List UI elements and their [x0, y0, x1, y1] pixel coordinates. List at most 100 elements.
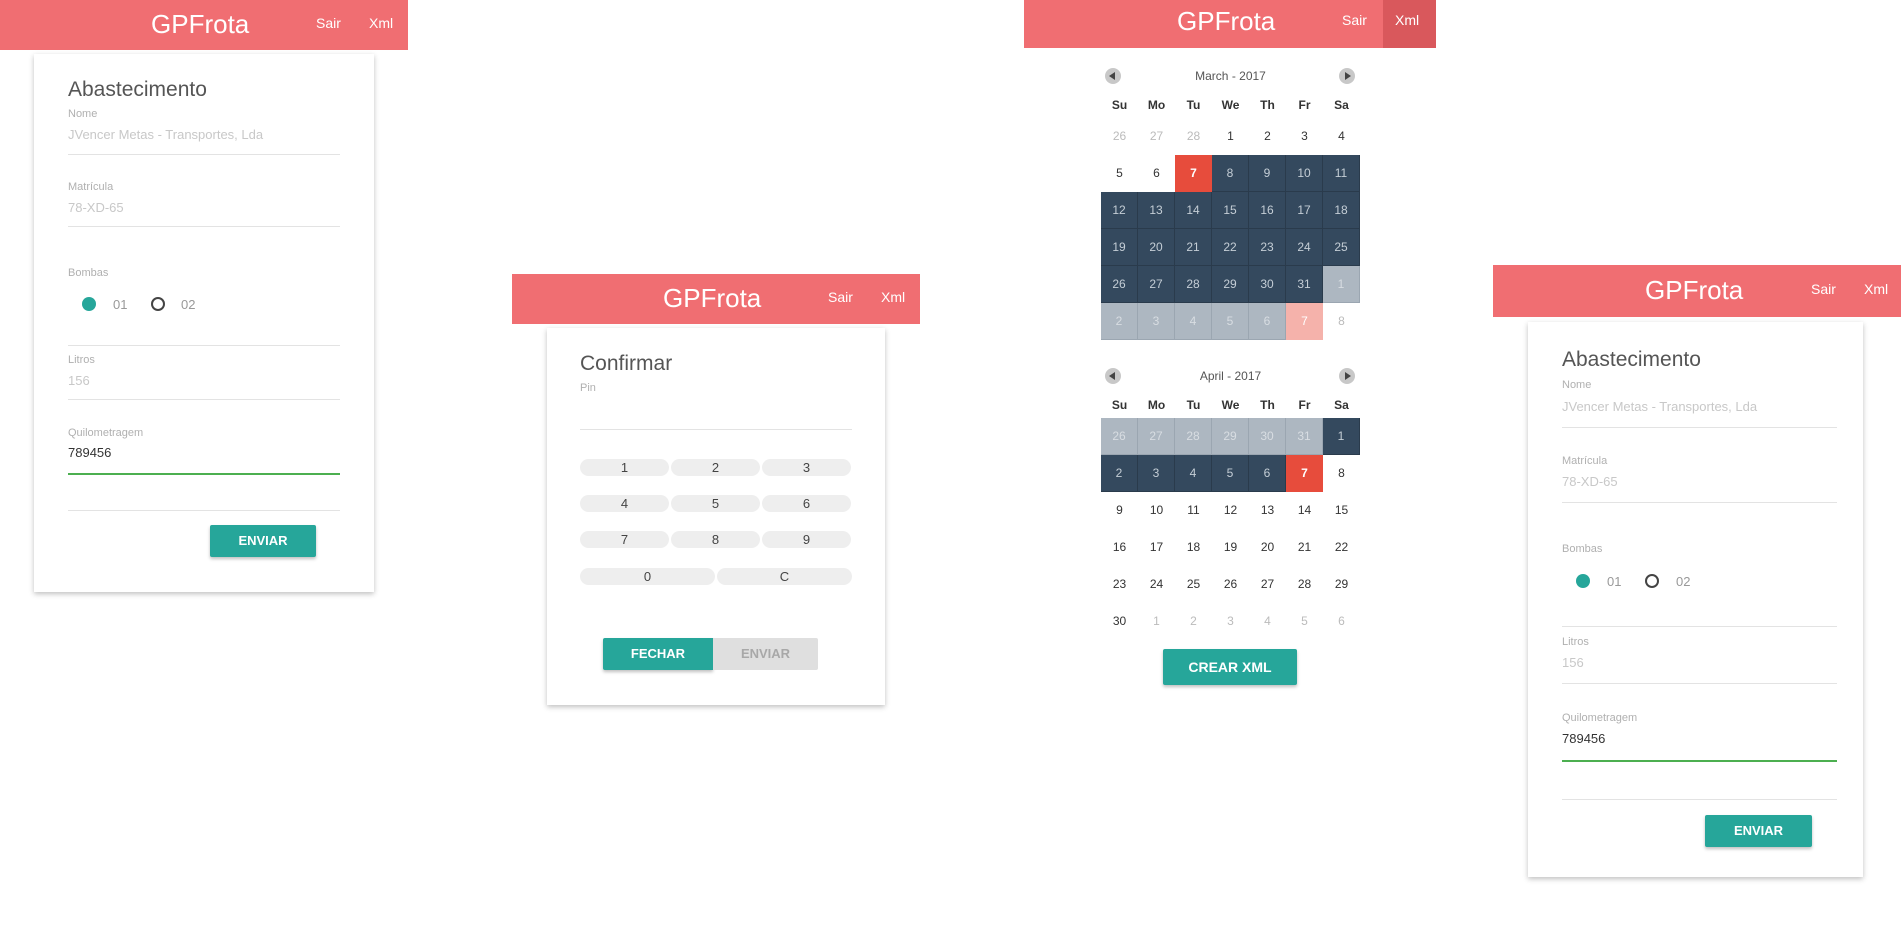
- fechar-button[interactable]: FECHAR: [603, 638, 713, 670]
- crear-xml-button[interactable]: CREAR XML: [1163, 649, 1297, 685]
- day-cell[interactable]: 7: [1286, 303, 1323, 340]
- day-cell[interactable]: 2: [1249, 118, 1286, 155]
- day-cell[interactable]: 3: [1286, 118, 1323, 155]
- day-cell[interactable]: 8: [1323, 303, 1360, 340]
- day-cell[interactable]: 10: [1286, 155, 1323, 192]
- day-cell[interactable]: 1: [1138, 603, 1175, 640]
- day-cell[interactable]: 31: [1286, 418, 1323, 455]
- day-cell[interactable]: 4: [1175, 455, 1212, 492]
- key-6[interactable]: 6: [762, 495, 851, 512]
- key-1[interactable]: 1: [580, 459, 669, 476]
- day-cell[interactable]: 6: [1249, 303, 1286, 340]
- day-cell[interactable]: 14: [1286, 492, 1323, 529]
- app-brand[interactable]: GPFrota: [663, 283, 761, 314]
- bomba-01-label[interactable]: 01: [113, 297, 127, 312]
- day-cell[interactable]: 26: [1212, 566, 1249, 603]
- day-cell[interactable]: 13: [1249, 492, 1286, 529]
- day-cell[interactable]: 6: [1138, 155, 1175, 192]
- day-cell[interactable]: 28: [1175, 118, 1212, 155]
- key-0[interactable]: 0: [580, 568, 715, 585]
- day-cell[interactable]: 30: [1101, 603, 1138, 640]
- day-cell[interactable]: 16: [1249, 192, 1286, 229]
- day-cell[interactable]: 4: [1175, 303, 1212, 340]
- day-cell[interactable]: 11: [1175, 492, 1212, 529]
- day-cell[interactable]: 26: [1101, 118, 1138, 155]
- key-9[interactable]: 9: [762, 531, 851, 548]
- key-2[interactable]: 2: [671, 459, 760, 476]
- day-cell[interactable]: 28: [1286, 566, 1323, 603]
- day-cell[interactable]: 6: [1323, 603, 1360, 640]
- day-cell[interactable]: 12: [1101, 192, 1138, 229]
- bomba-02-radio[interactable]: [1645, 574, 1659, 588]
- day-cell[interactable]: 28: [1175, 266, 1212, 303]
- day-cell[interactable]: 23: [1249, 229, 1286, 266]
- nav-xml-link[interactable]: Xml: [1864, 281, 1888, 297]
- day-cell[interactable]: 30: [1249, 266, 1286, 303]
- day-cell[interactable]: 26: [1101, 266, 1138, 303]
- day-cell[interactable]: 5: [1286, 603, 1323, 640]
- day-cell[interactable]: 17: [1138, 529, 1175, 566]
- enviar-button-disabled[interactable]: ENVIAR: [713, 638, 818, 670]
- day-cell[interactable]: 20: [1138, 229, 1175, 266]
- day-cell[interactable]: 27: [1249, 566, 1286, 603]
- nav-xml-link[interactable]: Xml: [369, 15, 393, 31]
- day-cell[interactable]: 17: [1286, 192, 1323, 229]
- day-cell[interactable]: 26: [1101, 418, 1138, 455]
- day-cell[interactable]: 11: [1323, 155, 1360, 192]
- day-cell[interactable]: 3: [1138, 303, 1175, 340]
- day-cell[interactable]: 14: [1175, 192, 1212, 229]
- bomba-01-radio[interactable]: [82, 297, 96, 311]
- day-cell[interactable]: 5: [1212, 303, 1249, 340]
- app-brand[interactable]: GPFrota: [151, 9, 249, 40]
- key-3[interactable]: 3: [762, 459, 851, 476]
- day-cell[interactable]: 21: [1175, 229, 1212, 266]
- day-cell[interactable]: 1: [1323, 418, 1360, 455]
- day-cell[interactable]: 25: [1323, 229, 1360, 266]
- key-7[interactable]: 7: [580, 531, 669, 548]
- km-field[interactable]: 789456: [1562, 731, 1605, 746]
- key-clear[interactable]: C: [717, 568, 852, 585]
- day-cell[interactable]: 6: [1249, 455, 1286, 492]
- day-cell[interactable]: 27: [1138, 418, 1175, 455]
- day-cell[interactable]: 16: [1101, 529, 1138, 566]
- day-cell[interactable]: 30: [1249, 418, 1286, 455]
- day-cell[interactable]: 12: [1212, 492, 1249, 529]
- bomba-02-label[interactable]: 02: [1676, 574, 1690, 589]
- nome-field[interactable]: JVencer Metas - Transportes, Lda: [68, 127, 263, 142]
- day-cell[interactable]: 22: [1323, 529, 1360, 566]
- day-cell[interactable]: 29: [1212, 418, 1249, 455]
- day-cell[interactable]: 24: [1286, 229, 1323, 266]
- day-cell[interactable]: 10: [1138, 492, 1175, 529]
- key-8[interactable]: 8: [671, 531, 760, 548]
- day-cell[interactable]: 27: [1138, 266, 1175, 303]
- key-4[interactable]: 4: [580, 495, 669, 512]
- matricula-field[interactable]: 78-XD-65: [1562, 474, 1618, 489]
- day-cell[interactable]: 9: [1101, 492, 1138, 529]
- day-cell[interactable]: 31: [1286, 266, 1323, 303]
- litros-field[interactable]: 156: [68, 373, 90, 388]
- day-cell[interactable]: 8: [1212, 155, 1249, 192]
- day-cell[interactable]: 4: [1249, 603, 1286, 640]
- day-cell[interactable]: 19: [1101, 229, 1138, 266]
- day-cell[interactable]: 1: [1212, 118, 1249, 155]
- day-cell[interactable]: 24: [1138, 566, 1175, 603]
- day-cell[interactable]: 7: [1286, 455, 1323, 492]
- day-cell[interactable]: 15: [1212, 192, 1249, 229]
- day-cell[interactable]: 9: [1249, 155, 1286, 192]
- day-cell[interactable]: 13: [1138, 192, 1175, 229]
- nav-sair-link[interactable]: Sair: [828, 289, 853, 305]
- day-cell[interactable]: 18: [1323, 192, 1360, 229]
- day-cell[interactable]: 5: [1101, 155, 1138, 192]
- day-cell[interactable]: 21: [1286, 529, 1323, 566]
- day-cell[interactable]: 15: [1323, 492, 1360, 529]
- bomba-02-label[interactable]: 02: [181, 297, 195, 312]
- day-cell[interactable]: 3: [1138, 455, 1175, 492]
- nome-field[interactable]: JVencer Metas - Transportes, Lda: [1562, 399, 1757, 414]
- day-cell[interactable]: 22: [1212, 229, 1249, 266]
- nav-sair-link[interactable]: Sair: [1811, 281, 1836, 297]
- nav-sair-link[interactable]: Sair: [316, 15, 341, 31]
- day-cell[interactable]: 5: [1212, 455, 1249, 492]
- day-cell[interactable]: 29: [1323, 566, 1360, 603]
- matricula-field[interactable]: 78-XD-65: [68, 200, 124, 215]
- day-cell[interactable]: 4: [1323, 118, 1360, 155]
